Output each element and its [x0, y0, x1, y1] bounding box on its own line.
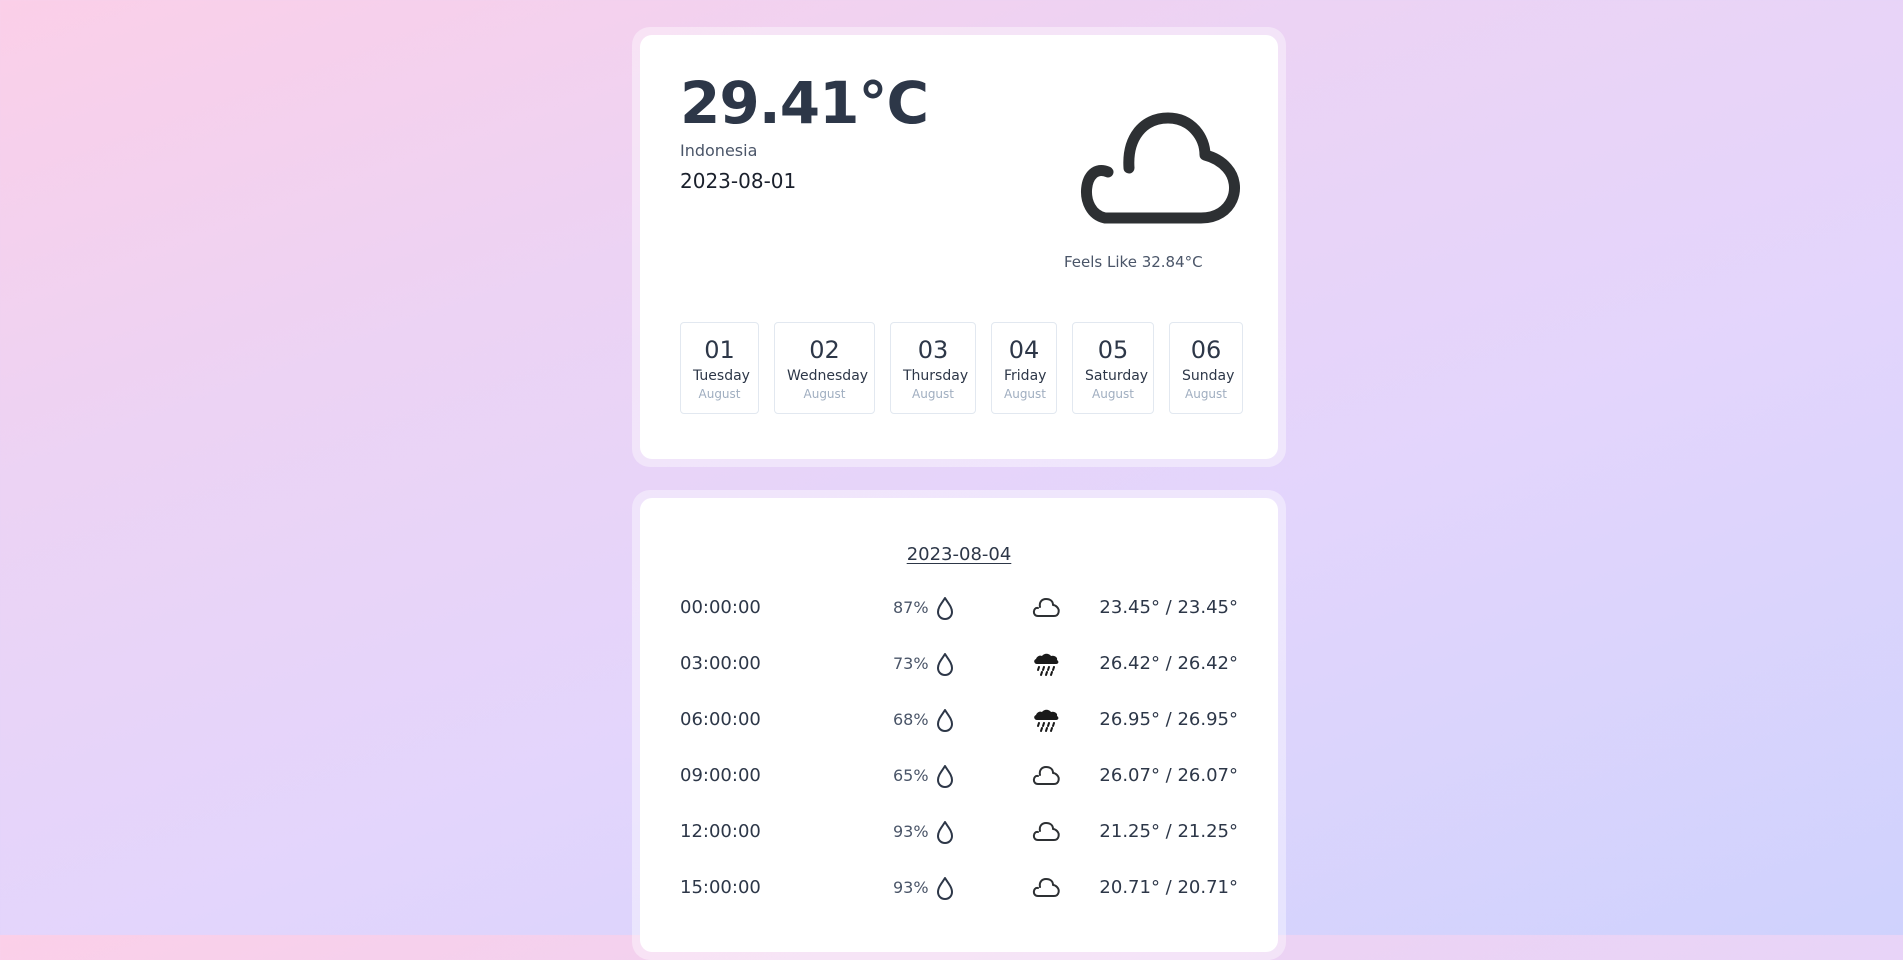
day-number: 01: [704, 336, 735, 364]
hour-time: 15:00:00: [680, 877, 761, 898]
day-card[interactable]: 02 Wednesday August: [774, 322, 875, 414]
current-weather-card: 29.41°C Indonesia 2023-08-01 Feels Like …: [640, 35, 1278, 459]
humidity-drop-icon: [937, 597, 953, 620]
day-number: 05: [1097, 336, 1129, 364]
humidity-value: 93%: [893, 822, 929, 841]
humidity-drop-icon: [937, 821, 953, 844]
day-selector: 01 Tuesday August 02 Wednesday August 03…: [680, 322, 1243, 414]
cloud-icon: [1081, 112, 1240, 224]
day-name: Thursday: [903, 368, 969, 384]
day-name: Friday: [1004, 368, 1047, 384]
humidity-value: 87%: [893, 598, 929, 617]
temperature-range: 23.45° / 23.45°: [1099, 597, 1238, 618]
temperature-range: 26.42° / 26.42°: [1099, 653, 1238, 674]
day-card[interactable]: 03 Thursday August: [890, 322, 976, 414]
day-number: 06: [1190, 336, 1222, 364]
hourly-row: 09:00:00 65% 26.07° / 26.07°: [680, 757, 1238, 813]
rain-icon: [1034, 709, 1059, 732]
cloud-icon: [1032, 822, 1060, 841]
day-card[interactable]: 04 Friday August: [991, 322, 1057, 414]
humidity-value: 93%: [893, 878, 929, 897]
day-month: August: [912, 387, 954, 401]
day-card[interactable]: 06 Sunday August: [1169, 322, 1243, 414]
hour-time: 12:00:00: [680, 821, 761, 842]
day-month: August: [1092, 387, 1134, 401]
hour-time: 09:00:00: [680, 765, 761, 786]
day-name: Sunday: [1182, 368, 1235, 384]
humidity-drop-icon: [937, 877, 953, 900]
hourly-row: 00:00:00 87% 23.45° / 23.45°: [680, 589, 1238, 645]
day-name: Saturday: [1085, 368, 1149, 384]
hourly-row: 15:00:00 93% 20.71° / 20.71°: [680, 869, 1238, 925]
hourly-row: 03:00:00 73% 26.42° / 26.42°: [680, 645, 1238, 701]
hourly-forecast-card: 2023-08-04 00:00:00 87% 23.45° / 23.45° 03:…: [640, 498, 1278, 952]
hourly-row: 12:00:00 93% 21.25° / 21.25°: [680, 813, 1238, 869]
current-date: 2023-08-01: [680, 169, 797, 193]
hourly-row: 06:00:00 68% 26.95° / 26.95°: [680, 701, 1238, 757]
day-number: 02: [809, 336, 840, 364]
hourly-forecast-panel: 2023-08-04 00:00:00 87% 23.45° / 23.45° 03:…: [632, 490, 1286, 960]
location-label: Indonesia: [680, 141, 758, 160]
day-card[interactable]: 01 Tuesday August: [680, 322, 759, 414]
feels-like-label: Feels Like 32.84°C: [1064, 253, 1203, 271]
humidity-value: 68%: [893, 710, 929, 729]
temperature-range: 26.07° / 26.07°: [1099, 765, 1238, 786]
cloud-icon: [1032, 598, 1060, 617]
day-name: Wednesday: [787, 368, 869, 384]
current-weather-panel: 29.41°C Indonesia 2023-08-01 Feels Like …: [632, 27, 1286, 467]
day-month: August: [1185, 387, 1227, 401]
day-month: August: [1004, 387, 1046, 401]
day-month: August: [803, 387, 846, 401]
humidity-drop-icon: [937, 653, 953, 676]
hour-time: 00:00:00: [680, 597, 761, 618]
temperature-range: 21.25° / 21.25°: [1099, 821, 1238, 842]
cloud-icon: [1032, 878, 1060, 897]
humidity-drop-icon: [937, 709, 953, 732]
day-number: 04: [1008, 336, 1040, 364]
humidity-value: 73%: [893, 654, 929, 673]
hour-time: 06:00:00: [680, 709, 761, 730]
temperature-range: 20.71° / 20.71°: [1099, 877, 1238, 898]
rain-icon: [1034, 653, 1059, 676]
cloud-icon: [1032, 766, 1060, 785]
hourly-list: 00:00:00 87% 23.45° / 23.45° 03:00:00 73% 26.…: [680, 589, 1238, 925]
humidity-value: 65%: [893, 766, 929, 785]
temperature-range: 26.95° / 26.95°: [1099, 709, 1238, 730]
current-temperature: 29.41°C: [680, 69, 929, 137]
humidity-drop-icon: [937, 765, 953, 788]
hour-time: 03:00:00: [680, 653, 761, 674]
day-month: August: [698, 387, 741, 401]
day-name: Tuesday: [693, 368, 750, 384]
day-number: 03: [917, 336, 949, 364]
hourly-date-heading: 2023-08-04: [906, 544, 1012, 565]
day-card[interactable]: 05 Saturday August: [1072, 322, 1154, 414]
